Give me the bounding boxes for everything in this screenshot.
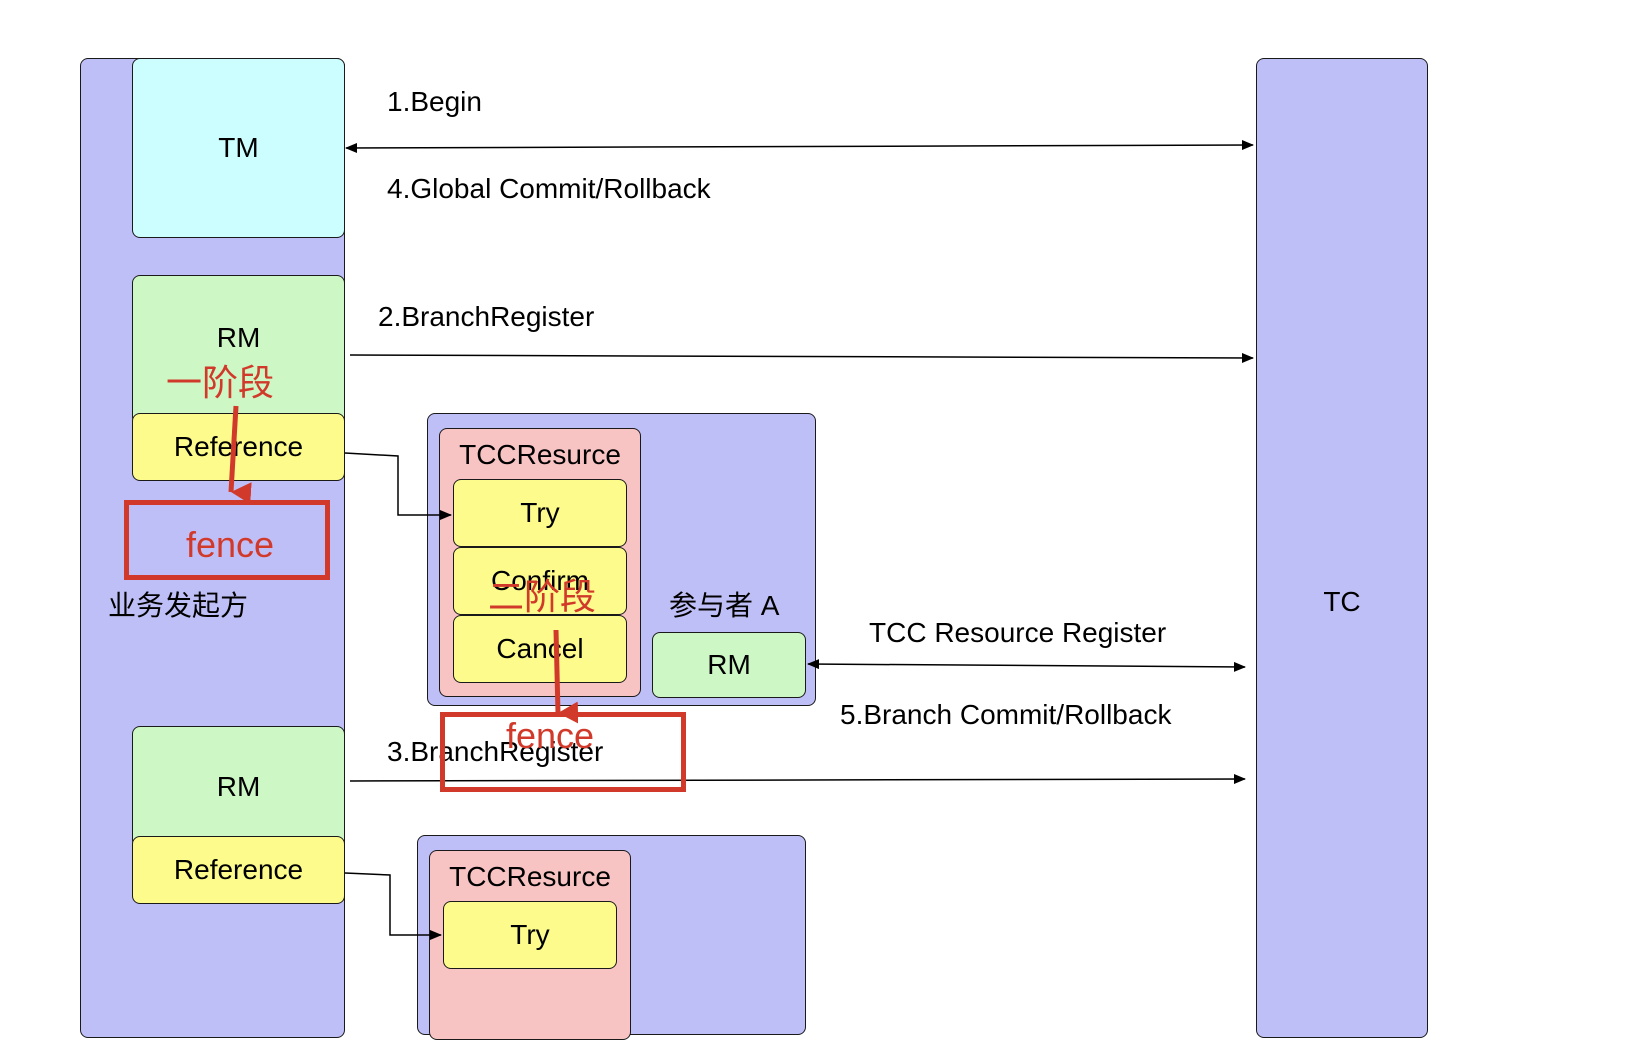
phase-two-annotation: 二阶段 (488, 576, 597, 617)
red-arrow-phase-one (228, 405, 252, 505)
fence-annotation-1: fence (186, 524, 275, 565)
arrow-participant-rm-tc (807, 659, 1246, 672)
arrow-rm1-tc (349, 352, 1254, 363)
arrow-ref2-try2 (344, 872, 442, 940)
arrow-tm-tc (345, 140, 1254, 153)
arrow-ref1-try1 (344, 452, 452, 520)
red-arrow-phase-two (553, 629, 579, 724)
phase-one-annotation: 一阶段 (166, 362, 275, 403)
fence-annotation-2: fence (506, 715, 595, 756)
